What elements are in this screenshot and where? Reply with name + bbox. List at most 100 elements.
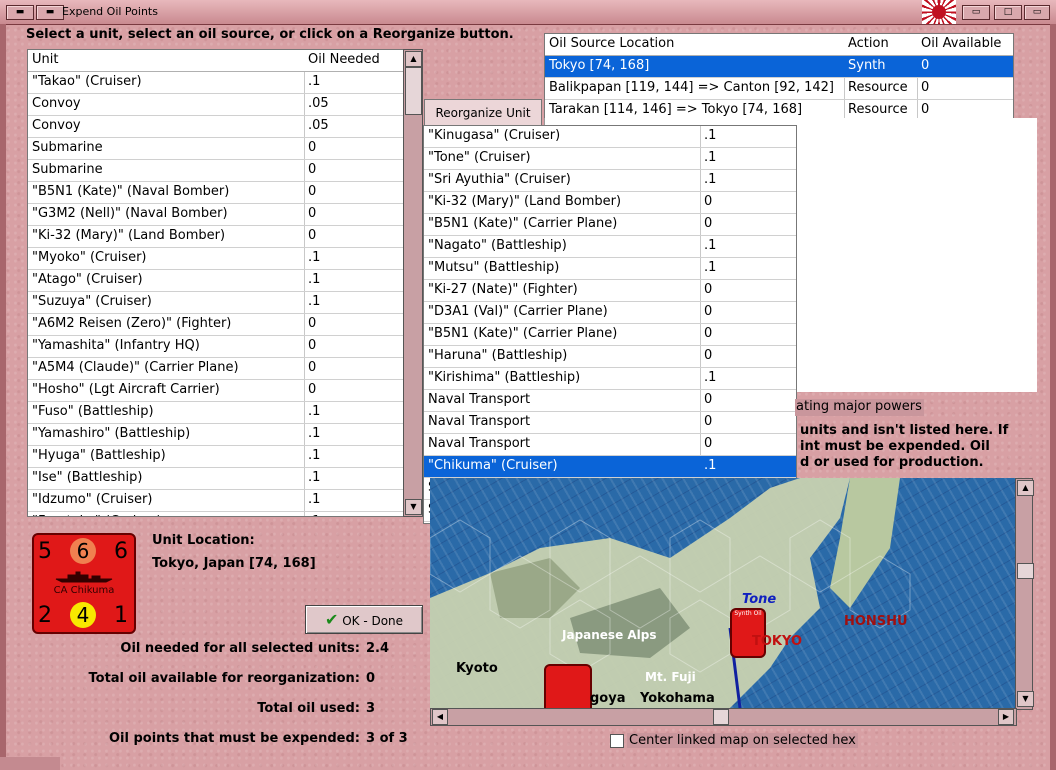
unit-table-row[interactable]: "Hyuga" (Battleship) .1 <box>28 446 404 468</box>
reorganize-row-oil-needed: 0 <box>704 216 713 231</box>
unit-table-row-unit: Convoy <box>32 96 81 111</box>
map-scroll-right-icon[interactable]: ▶ <box>998 709 1014 725</box>
unit-table-row[interactable]: "B5N1 (Kate)" (Naval Bomber) 0 <box>28 182 404 204</box>
center-map-checkbox[interactable] <box>610 734 624 748</box>
unit-table-row[interactable]: Convoy .05 <box>28 94 404 116</box>
reorganize-row[interactable]: Naval Transport 0 <box>424 390 796 412</box>
oil-needed-column-header[interactable]: Oil Needed <box>308 52 380 67</box>
unit-table-row[interactable]: "Yamashita" (Infantry HQ) 0 <box>28 336 404 358</box>
resize-grip[interactable] <box>0 757 60 770</box>
unit-table-row[interactable]: "Suzuya" (Cruiser) .1 <box>28 292 404 314</box>
reorganize-row[interactable]: "D3A1 (Val)" (Carrier Plane) 0 <box>424 302 796 324</box>
close-button[interactable]: ▭ <box>1024 5 1050 20</box>
reorganize-row[interactable]: "Kirishima" (Battleship) .1 <box>424 368 796 390</box>
oil-source-location-header[interactable]: Oil Source Location <box>549 36 674 51</box>
reorganize-row[interactable]: "Tone" (Cruiser) .1 <box>424 148 796 170</box>
linked-map[interactable]: Synth Oil Tone HONSHU TOKYO Japanese Alp… <box>430 478 1015 708</box>
reorganize-row[interactable]: "Ki-32 (Mary)" (Land Bomber) 0 <box>424 192 796 214</box>
total-used-value: 3 <box>366 701 376 716</box>
reorganize-row[interactable]: "Nagato" (Battleship) .1 <box>424 236 796 258</box>
reorganize-row-unit: "Kirishima" (Battleship) <box>428 370 581 385</box>
ok-done-button[interactable]: ✔ OK - Done <box>305 605 423 634</box>
scroll-thumb[interactable] <box>405 67 422 115</box>
reorganize-row[interactable]: Naval Transport 0 <box>424 412 796 434</box>
unit-column-header[interactable]: Unit <box>32 52 58 67</box>
unit-table-row[interactable]: "A5M4 (Claude)" (Carrier Plane) 0 <box>28 358 404 380</box>
reorganize-row-unit: "Kinugasa" (Cruiser) <box>428 128 561 143</box>
map-unit-counter[interactable] <box>544 664 592 708</box>
center-map-label[interactable]: Center linked map on selected hex <box>627 733 858 748</box>
oil-source-row-action: Resource <box>848 80 908 95</box>
unit-table-row[interactable]: "Furutaka" (Cruiser) .1 <box>28 512 404 516</box>
oil-source-row[interactable]: Balikpapan [119, 144] => Canton [92, 142… <box>545 78 1013 100</box>
map-scroll-up-icon[interactable]: ▲ <box>1017 480 1034 496</box>
unit-table-row[interactable]: "Ki-32 (Mary)" (Land Bomber) 0 <box>28 226 404 248</box>
reorganize-row[interactable]: "B5N1 (Kate)" (Carrier Plane) 0 <box>424 324 796 346</box>
unit-table-row-unit: "Suzuya" (Cruiser) <box>32 294 152 309</box>
reorganize-row-oil-needed: 0 <box>704 326 713 341</box>
unit-table-row-unit: "Yamashiro" (Battleship) <box>32 426 191 441</box>
scroll-down-icon[interactable]: ▼ <box>405 499 422 515</box>
window-title: Expend Oil Points <box>62 5 158 18</box>
unit-table-row[interactable]: Submarine 0 <box>28 160 404 182</box>
map-label-tone: Tone <box>742 592 777 607</box>
unit-table-row[interactable]: Submarine 0 <box>28 138 404 160</box>
restore-button[interactable]: ▭ <box>962 5 990 20</box>
unit-table-row[interactable]: "Ise" (Battleship) .1 <box>28 468 404 490</box>
reorganize-row[interactable]: "Ki-27 (Nate)" (Fighter) 0 <box>424 280 796 302</box>
unit-table-row[interactable]: "Fuso" (Battleship) .1 <box>28 402 404 424</box>
unit-table[interactable]: Unit Oil Needed "Takao" (Cruiser) .1 Convo… <box>27 49 405 517</box>
unit-table-row[interactable]: "G3M2 (Nell)" (Naval Bomber) 0 <box>28 204 404 226</box>
checkmark-icon: ✔ <box>324 610 339 629</box>
scroll-up-icon[interactable]: ▲ <box>405 51 422 67</box>
unit-table-header: Unit Oil Needed <box>28 50 404 72</box>
reorganize-table[interactable]: "Kinugasa" (Cruiser) .1 "Tone" (Cruiser) .1… <box>423 125 797 524</box>
unit-table-row-unit: "Fuso" (Battleship) <box>32 404 154 419</box>
frame-right <box>1050 24 1056 770</box>
maximize-button[interactable]: □ <box>994 5 1022 20</box>
reorganize-row-oil-needed: 0 <box>704 194 713 209</box>
reorganize-row[interactable]: "Chikuma" (Cruiser) .1 <box>424 456 796 478</box>
unit-table-row[interactable]: "Myoko" (Cruiser) .1 <box>28 248 404 270</box>
unit-table-row[interactable]: Convoy .05 <box>28 116 404 138</box>
reorganize-row[interactable]: "Sri Ayuthia" (Cruiser) .1 <box>424 170 796 192</box>
map-scroll-left-icon[interactable]: ◀ <box>432 709 448 725</box>
unit-table-row[interactable]: "Hosho" (Lgt Aircraft Carrier) 0 <box>28 380 404 402</box>
unit-table-row[interactable]: "Takao" (Cruiser) .1 <box>28 72 404 94</box>
oil-source-row[interactable]: Tokyo [74, 168] Synth 0 <box>545 56 1013 78</box>
reorganize-row-unit: Naval Transport <box>428 436 531 451</box>
map-vscroll-thumb[interactable] <box>1017 563 1034 579</box>
map-scroll-down-icon[interactable]: ▼ <box>1017 691 1034 707</box>
map-hscroll-thumb[interactable] <box>713 709 729 725</box>
minimize-button[interactable]: ▬ <box>36 5 64 20</box>
oil-available-header[interactable]: Oil Available <box>921 36 1001 51</box>
reorganize-unit-button[interactable]: Reorganize Unit <box>424 99 542 126</box>
unit-table-scrollbar[interactable]: ▲ ▼ <box>403 49 423 517</box>
reorganize-row-oil-needed: .1 <box>704 172 717 187</box>
reorganize-row-unit: "Ki-32 (Mary)" (Land Bomber) <box>428 194 622 209</box>
unit-table-row[interactable]: "Yamashiro" (Battleship) .1 <box>28 424 404 446</box>
map-vertical-scrollbar[interactable]: ▲ ▼ <box>1015 478 1034 710</box>
counter-top-right: 6 <box>114 539 128 564</box>
map-synth-oil-counter[interactable]: Synth Oil <box>730 608 766 658</box>
map-label-honshu: HONSHU <box>844 614 908 629</box>
unit-table-row[interactable]: "A6M2 Reisen (Zero)" (Fighter) 0 <box>28 314 404 336</box>
unit-table-row-oil-needed: .1 <box>308 294 321 309</box>
reorganize-row[interactable]: Naval Transport 0 <box>424 434 796 456</box>
action-header[interactable]: Action <box>848 36 889 51</box>
map-horizontal-scrollbar[interactable]: ◀ ▶ <box>430 708 1017 726</box>
unit-table-row-oil-needed: .1 <box>308 470 321 485</box>
oil-source-row[interactable]: Tarakan [114, 146] => Tokyo [74, 168] Res… <box>545 100 1013 118</box>
reorganize-row[interactable]: "Haruna" (Battleship) 0 <box>424 346 796 368</box>
reorganize-row[interactable]: "Kinugasa" (Cruiser) .1 <box>424 126 796 148</box>
reorganize-row[interactable]: "Mutsu" (Battleship) .1 <box>424 258 796 280</box>
unit-table-row-oil-needed: 0 <box>308 206 317 221</box>
reorganize-row-unit: Naval Transport <box>428 392 531 407</box>
reorganize-row[interactable]: "B5N1 (Kate)" (Carrier Plane) 0 <box>424 214 796 236</box>
oil-source-table[interactable]: Oil Source Location Action Oil Available… <box>544 33 1014 119</box>
reorganize-row-oil-needed: 0 <box>704 436 713 451</box>
reorganize-row-oil-needed: .1 <box>704 260 717 275</box>
unit-table-row[interactable]: "Atago" (Cruiser) .1 <box>28 270 404 292</box>
unit-table-row[interactable]: "Idzumo" (Cruiser) .1 <box>28 490 404 512</box>
system-menu-button[interactable]: ▬ <box>6 5 34 20</box>
